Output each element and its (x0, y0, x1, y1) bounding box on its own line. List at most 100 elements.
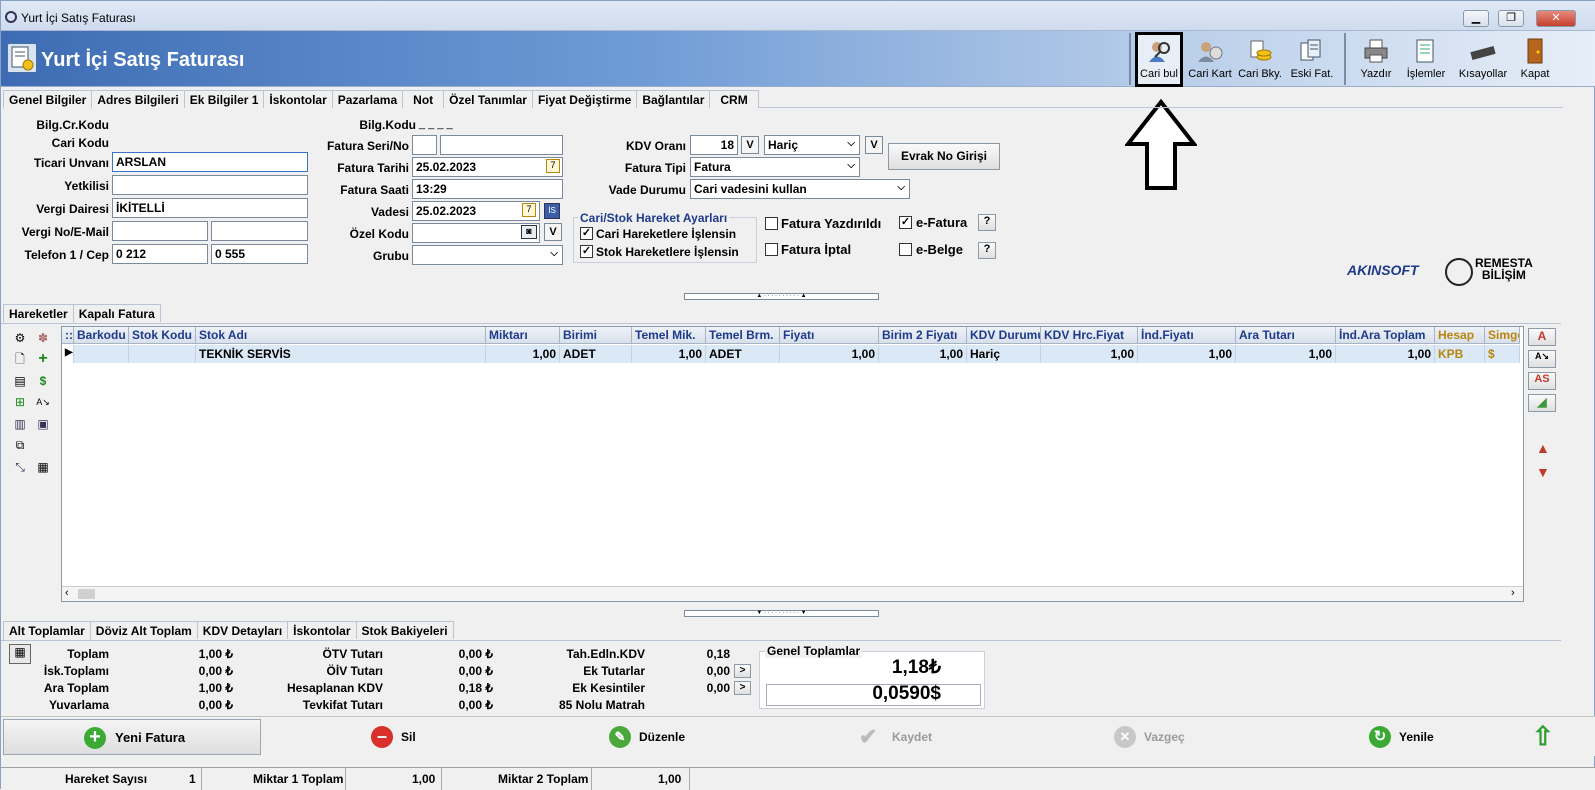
cari-kart-button[interactable]: Cari Kart (1187, 37, 1233, 85)
grid-cell[interactable]: ADET (560, 345, 632, 363)
kdv-tip-select[interactable]: Hariç ⌵ (764, 135, 860, 155)
grid-cell[interactable]: 1,00 (486, 345, 560, 363)
scroll-right-icon[interactable]: › (1511, 587, 1515, 599)
sil-button[interactable]: – Sil (371, 719, 461, 755)
grid-cell[interactable]: 1,00 (632, 345, 706, 363)
tab-iskontolar[interactable]: İskontolar (263, 90, 333, 108)
grid-cell[interactable]: 1,00 (1041, 345, 1138, 363)
minimize-button[interactable]: ▁ (1463, 10, 1489, 27)
kdv-tip-v-button[interactable]: V (865, 136, 883, 154)
grid-column-header[interactable]: Temel Mik. (632, 327, 706, 344)
add-row-icon[interactable]: ⊞ (13, 395, 27, 409)
kdv-orani-field[interactable]: 18 (690, 135, 738, 155)
fatura-iptal-checkbox[interactable] (765, 243, 778, 256)
grid-column-header[interactable]: Birimi (560, 327, 632, 344)
tab-kapali-fatura[interactable]: Kapalı Fatura (72, 304, 161, 322)
grid-cell[interactable]: 1,00 (879, 345, 967, 363)
calendar-icon[interactable]: 7 (522, 203, 536, 217)
move-up-icon[interactable]: ▲ (1536, 440, 1550, 456)
vadesi-field[interactable]: 25.02.2023 (412, 201, 540, 221)
grid-cell[interactable]: TEKNİK SERVİS (196, 345, 486, 363)
eski-fat-button[interactable]: Eski Fat. (1287, 37, 1337, 85)
cep-field[interactable]: 0 555 (211, 244, 308, 264)
close-button[interactable]: ✕ (1536, 10, 1576, 27)
chart-icon[interactable]: ◢ (1528, 394, 1556, 412)
tab-genel-bilgiler[interactable]: Genel Bilgiler (3, 90, 93, 109)
grubu-select[interactable]: ⌵ (412, 245, 563, 265)
grid-column-header[interactable]: Barkodu (74, 327, 129, 344)
fatura-tarihi-field[interactable]: 25.02.2023 (412, 157, 563, 177)
e-belge-help-button[interactable]: ? (978, 242, 996, 259)
kapat-button[interactable]: Kapat (1513, 37, 1557, 85)
yazdir-button[interactable]: Yazdır (1353, 37, 1399, 85)
grid-cell[interactable]: 1,00 (1138, 345, 1236, 363)
cari-bul-button[interactable]: Cari bul (1135, 32, 1183, 87)
font-a-button[interactable]: A (1528, 328, 1556, 346)
add-icon[interactable]: + (36, 351, 50, 367)
font-as-button[interactable]: AS (1528, 372, 1556, 390)
grid-column-header[interactable]: Stok Kodu (129, 327, 196, 344)
grid-cell[interactable]: 1,00 (1236, 345, 1336, 363)
tab-fiyat-degistirme[interactable]: Fiyat Değiştirme (531, 90, 638, 108)
fatura-yazdirildi-checkbox[interactable] (765, 217, 778, 230)
grid-column-header[interactable]: Hesap (1435, 327, 1485, 344)
duzenle-button[interactable]: ✎ Düzenle (609, 719, 709, 755)
grid-column-header[interactable]: Miktarı (486, 327, 560, 344)
camera-icon[interactable]: ◙ (521, 225, 537, 239)
movements-grid[interactable]: :: Barkodu Stok Kodu Stok Adı Miktarı Birimi T… (61, 326, 1524, 602)
fatura-seri-field[interactable] (412, 135, 437, 155)
grid-column-header[interactable]: İnd.Fiyatı (1138, 327, 1236, 344)
grid-column-header[interactable]: Fiyatı (780, 327, 879, 344)
new-document-icon[interactable]: 🗋 (13, 352, 27, 366)
tab-not[interactable]: Not (402, 90, 445, 108)
vazgec-button[interactable]: ✕ Vazgeç (1114, 719, 1214, 755)
tab-baglantilar[interactable]: Bağlantılar (636, 90, 711, 108)
panel-splitter[interactable]: ▼ · · · · · · · · · · ▼ (684, 610, 879, 617)
grid-cell[interactable]: 1,00 (1336, 345, 1435, 363)
grid-column-header[interactable]: Ara Tutarı (1236, 327, 1336, 344)
grid-column-header[interactable]: :: (62, 327, 74, 344)
yenile-button[interactable]: ↻ Yenile (1369, 719, 1469, 755)
evrak-no-button[interactable]: Evrak No Girişi (888, 143, 1000, 170)
sort-icon[interactable]: A↘ (1528, 350, 1556, 368)
ek-tutarlar-button[interactable]: > (734, 664, 751, 678)
vergi-no-field[interactable] (112, 221, 208, 241)
cari-hareket-checkbox[interactable]: ✓ (580, 227, 593, 240)
document-icon[interactable]: ▤ (13, 374, 27, 388)
grid-cell[interactable]: ADET (706, 345, 780, 363)
cari-bky-button[interactable]: Cari Bky. (1237, 37, 1283, 85)
copy-icon[interactable]: ⧉ (13, 438, 27, 452)
kaydet-button[interactable]: ✔ Kaydet (859, 719, 959, 755)
is-icon[interactable]: İS (544, 203, 560, 219)
telefon1-field[interactable]: 0 212 (112, 244, 208, 264)
stok-hareket-checkbox[interactable]: ✓ (580, 245, 593, 258)
settings-icon[interactable]: ⚙ (13, 331, 27, 345)
email-field[interactable] (211, 221, 308, 241)
link-icon[interactable]: ⤡ (13, 460, 27, 474)
grid-column-header[interactable]: Simge (1485, 327, 1520, 344)
grid-column-header[interactable]: İnd.Ara Toplam (1336, 327, 1435, 344)
horizontal-scrollbar[interactable]: ‹ › (62, 586, 1523, 601)
grid-column-header[interactable]: Temel Brm. (706, 327, 780, 344)
islemler-button[interactable]: İşlemler (1403, 37, 1449, 85)
tab-iskontolar-bottom[interactable]: İskontolar (287, 621, 357, 639)
grid-cell[interactable] (74, 345, 129, 363)
ozel-kodu-v-button[interactable]: V (544, 223, 562, 241)
e-fatura-help-button[interactable]: ? (978, 214, 996, 231)
vergi-dairesi-field[interactable]: İKİTELLİ (112, 198, 308, 218)
page-icon[interactable]: ▦ (36, 460, 50, 474)
tab-kdv-detaylari[interactable]: KDV Detayları (196, 621, 289, 639)
fatura-tipi-select[interactable]: Fatura ⌵ (690, 157, 860, 177)
e-fatura-checkbox[interactable]: ✓ (899, 216, 912, 229)
grid-cell[interactable]: $ (1485, 345, 1520, 363)
tab-stok-bakiyeleri[interactable]: Stok Bakiyeleri (355, 621, 454, 639)
maximize-button[interactable]: ❐ (1498, 10, 1524, 27)
ticari-unvani-field[interactable]: ARSLAN (112, 152, 308, 172)
grid-cell[interactable]: 1,00 (780, 345, 879, 363)
tab-doviz-alt-toplam[interactable]: Döviz Alt Toplam (89, 621, 198, 639)
calendar-icon[interactable]: 7 (546, 159, 560, 173)
e-belge-checkbox[interactable] (899, 243, 912, 256)
grid-cell[interactable] (129, 345, 196, 363)
kisayollar-button[interactable]: Kısayollar (1457, 37, 1509, 85)
scroll-left-icon[interactable]: ‹ (65, 587, 69, 599)
